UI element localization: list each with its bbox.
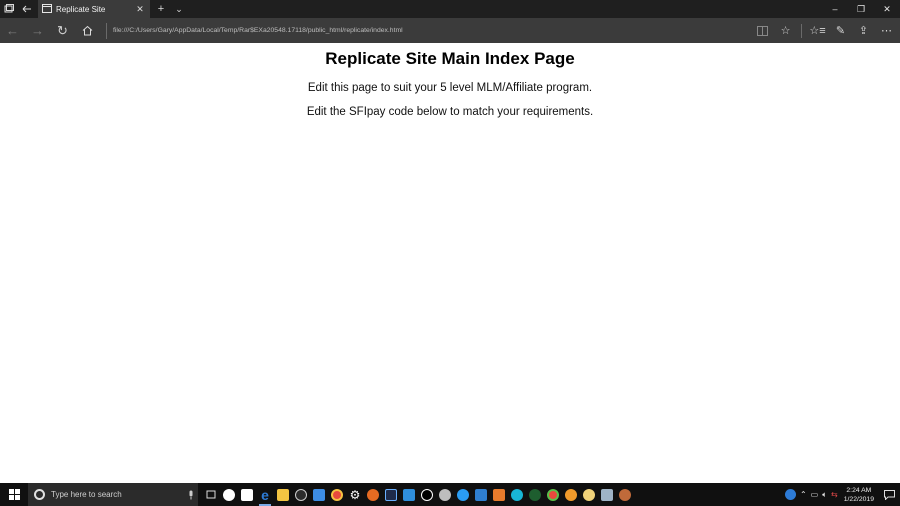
dropbox-icon[interactable] — [310, 483, 328, 506]
web-note-icon[interactable]: ✎ — [829, 18, 852, 43]
chrome-icon[interactable] — [328, 483, 346, 506]
app-icon-network[interactable] — [454, 483, 472, 506]
start-button[interactable] — [0, 483, 28, 506]
microphone-icon[interactable] — [184, 488, 198, 502]
language-icon[interactable]: ⇆ — [829, 483, 840, 506]
screen: Replicate Site ✕ + ⌄ – ❐ ✕ ← → ↻ file://… — [0, 0, 900, 506]
task-view-icon[interactable] — [202, 483, 220, 506]
app-icon-window[interactable] — [472, 483, 490, 506]
close-window-icon[interactable]: ✕ — [874, 0, 900, 18]
app-icon-jx[interactable] — [490, 483, 508, 506]
tab-label: Replicate Site — [56, 4, 106, 14]
set-tabs-aside-icon[interactable] — [18, 0, 36, 18]
address-bar[interactable]: file:///C:/Users/Gary/AppData/Local/Temp… — [113, 27, 751, 34]
forward-icon[interactable]: → — [25, 18, 50, 43]
taskbar: Type here to search e ⚙ ⌃ ▭ 🔈︎ ⇆ 2:24 AM… — [0, 483, 900, 506]
taskbar-apps: e ⚙ — [202, 483, 634, 506]
browser-navbar: ← → ↻ file:///C:/Users/Gary/AppData/Loca… — [0, 18, 900, 43]
app-icon-orange[interactable] — [562, 483, 580, 506]
page-paragraph: Edit the SFIpay code below to match your… — [306, 106, 594, 118]
app-icon-photos[interactable] — [598, 483, 616, 506]
favorites-hub-icon[interactable]: ☆≡ — [806, 18, 829, 43]
close-tab-icon[interactable]: ✕ — [134, 4, 146, 15]
more-icon[interactable]: ⋯ — [875, 18, 898, 43]
windows-icon — [8, 489, 20, 500]
restore-icon[interactable]: ❐ — [848, 0, 874, 18]
page-icon — [42, 0, 52, 18]
toolbar-right: ☆ ☆≡ ✎ ⇪ ⋯ — [751, 18, 898, 43]
notifications-icon[interactable] — [878, 483, 900, 506]
minimize-icon[interactable]: – — [822, 0, 848, 18]
store-icon[interactable] — [238, 483, 256, 506]
app-icon-a[interactable] — [382, 483, 400, 506]
network-icon[interactable]: ▭ — [809, 483, 821, 506]
reading-view-icon[interactable] — [751, 18, 774, 43]
search-placeholder: Type here to search — [51, 490, 122, 499]
divider — [801, 23, 802, 38]
app-icon-blue[interactable] — [400, 483, 418, 506]
app-icon-cyan[interactable] — [508, 483, 526, 506]
help-icon[interactable] — [783, 483, 798, 506]
chevron-down-icon[interactable]: ⌄ — [170, 4, 188, 15]
page-title: Replicate Site Main Index Page — [325, 49, 575, 68]
firefox-icon[interactable] — [364, 483, 382, 506]
volume-icon[interactable]: 🔈︎ — [820, 483, 829, 506]
home-icon[interactable] — [75, 18, 100, 43]
browser-titlebar: Replicate Site ✕ + ⌄ – ❐ ✕ — [0, 0, 900, 18]
clock-date: 1/22/2019 — [843, 495, 874, 503]
share-icon[interactable]: ⇪ — [852, 18, 875, 43]
window-controls: – ❐ ✕ — [822, 0, 900, 18]
chrome-alt-icon[interactable] — [544, 483, 562, 506]
new-tab-icon[interactable]: + — [152, 3, 170, 15]
bitcoin-b-icon[interactable] — [418, 483, 436, 506]
file-explorer-icon[interactable] — [274, 483, 292, 506]
page-paragraph: Edit this page to suit your 5 level MLM/… — [307, 82, 593, 94]
taskbar-search[interactable]: Type here to search — [28, 483, 198, 506]
favorite-star-icon[interactable]: ☆ — [774, 18, 797, 43]
tab-actions-icon[interactable] — [0, 0, 18, 18]
app-icon-avatar[interactable] — [616, 483, 634, 506]
app-icon-gray[interactable] — [436, 483, 454, 506]
back-icon[interactable]: ← — [0, 18, 25, 43]
system-tray: ⌃ ▭ 🔈︎ ⇆ 2:24 AM 1/22/2019 — [783, 483, 900, 506]
page-content: Replicate Site Main Index Page Edit this… — [0, 43, 900, 483]
settings-gear-icon[interactable]: ⚙ — [346, 483, 364, 506]
edge-icon[interactable]: e — [256, 483, 274, 506]
chevron-up-icon[interactable]: ⌃ — [798, 483, 809, 506]
clock[interactable]: 2:24 AM 1/22/2019 — [840, 486, 878, 504]
app-icon-green[interactable] — [526, 483, 544, 506]
tab-replicate-site[interactable]: Replicate Site ✕ — [38, 0, 150, 18]
hp-icon[interactable] — [220, 483, 238, 506]
app-icon-aperture[interactable] — [292, 483, 310, 506]
clock-time: 2:24 AM — [846, 486, 872, 494]
cortana-icon — [34, 489, 45, 500]
app-icon-yellow[interactable] — [580, 483, 598, 506]
divider — [106, 22, 107, 39]
refresh-icon[interactable]: ↻ — [50, 18, 75, 43]
